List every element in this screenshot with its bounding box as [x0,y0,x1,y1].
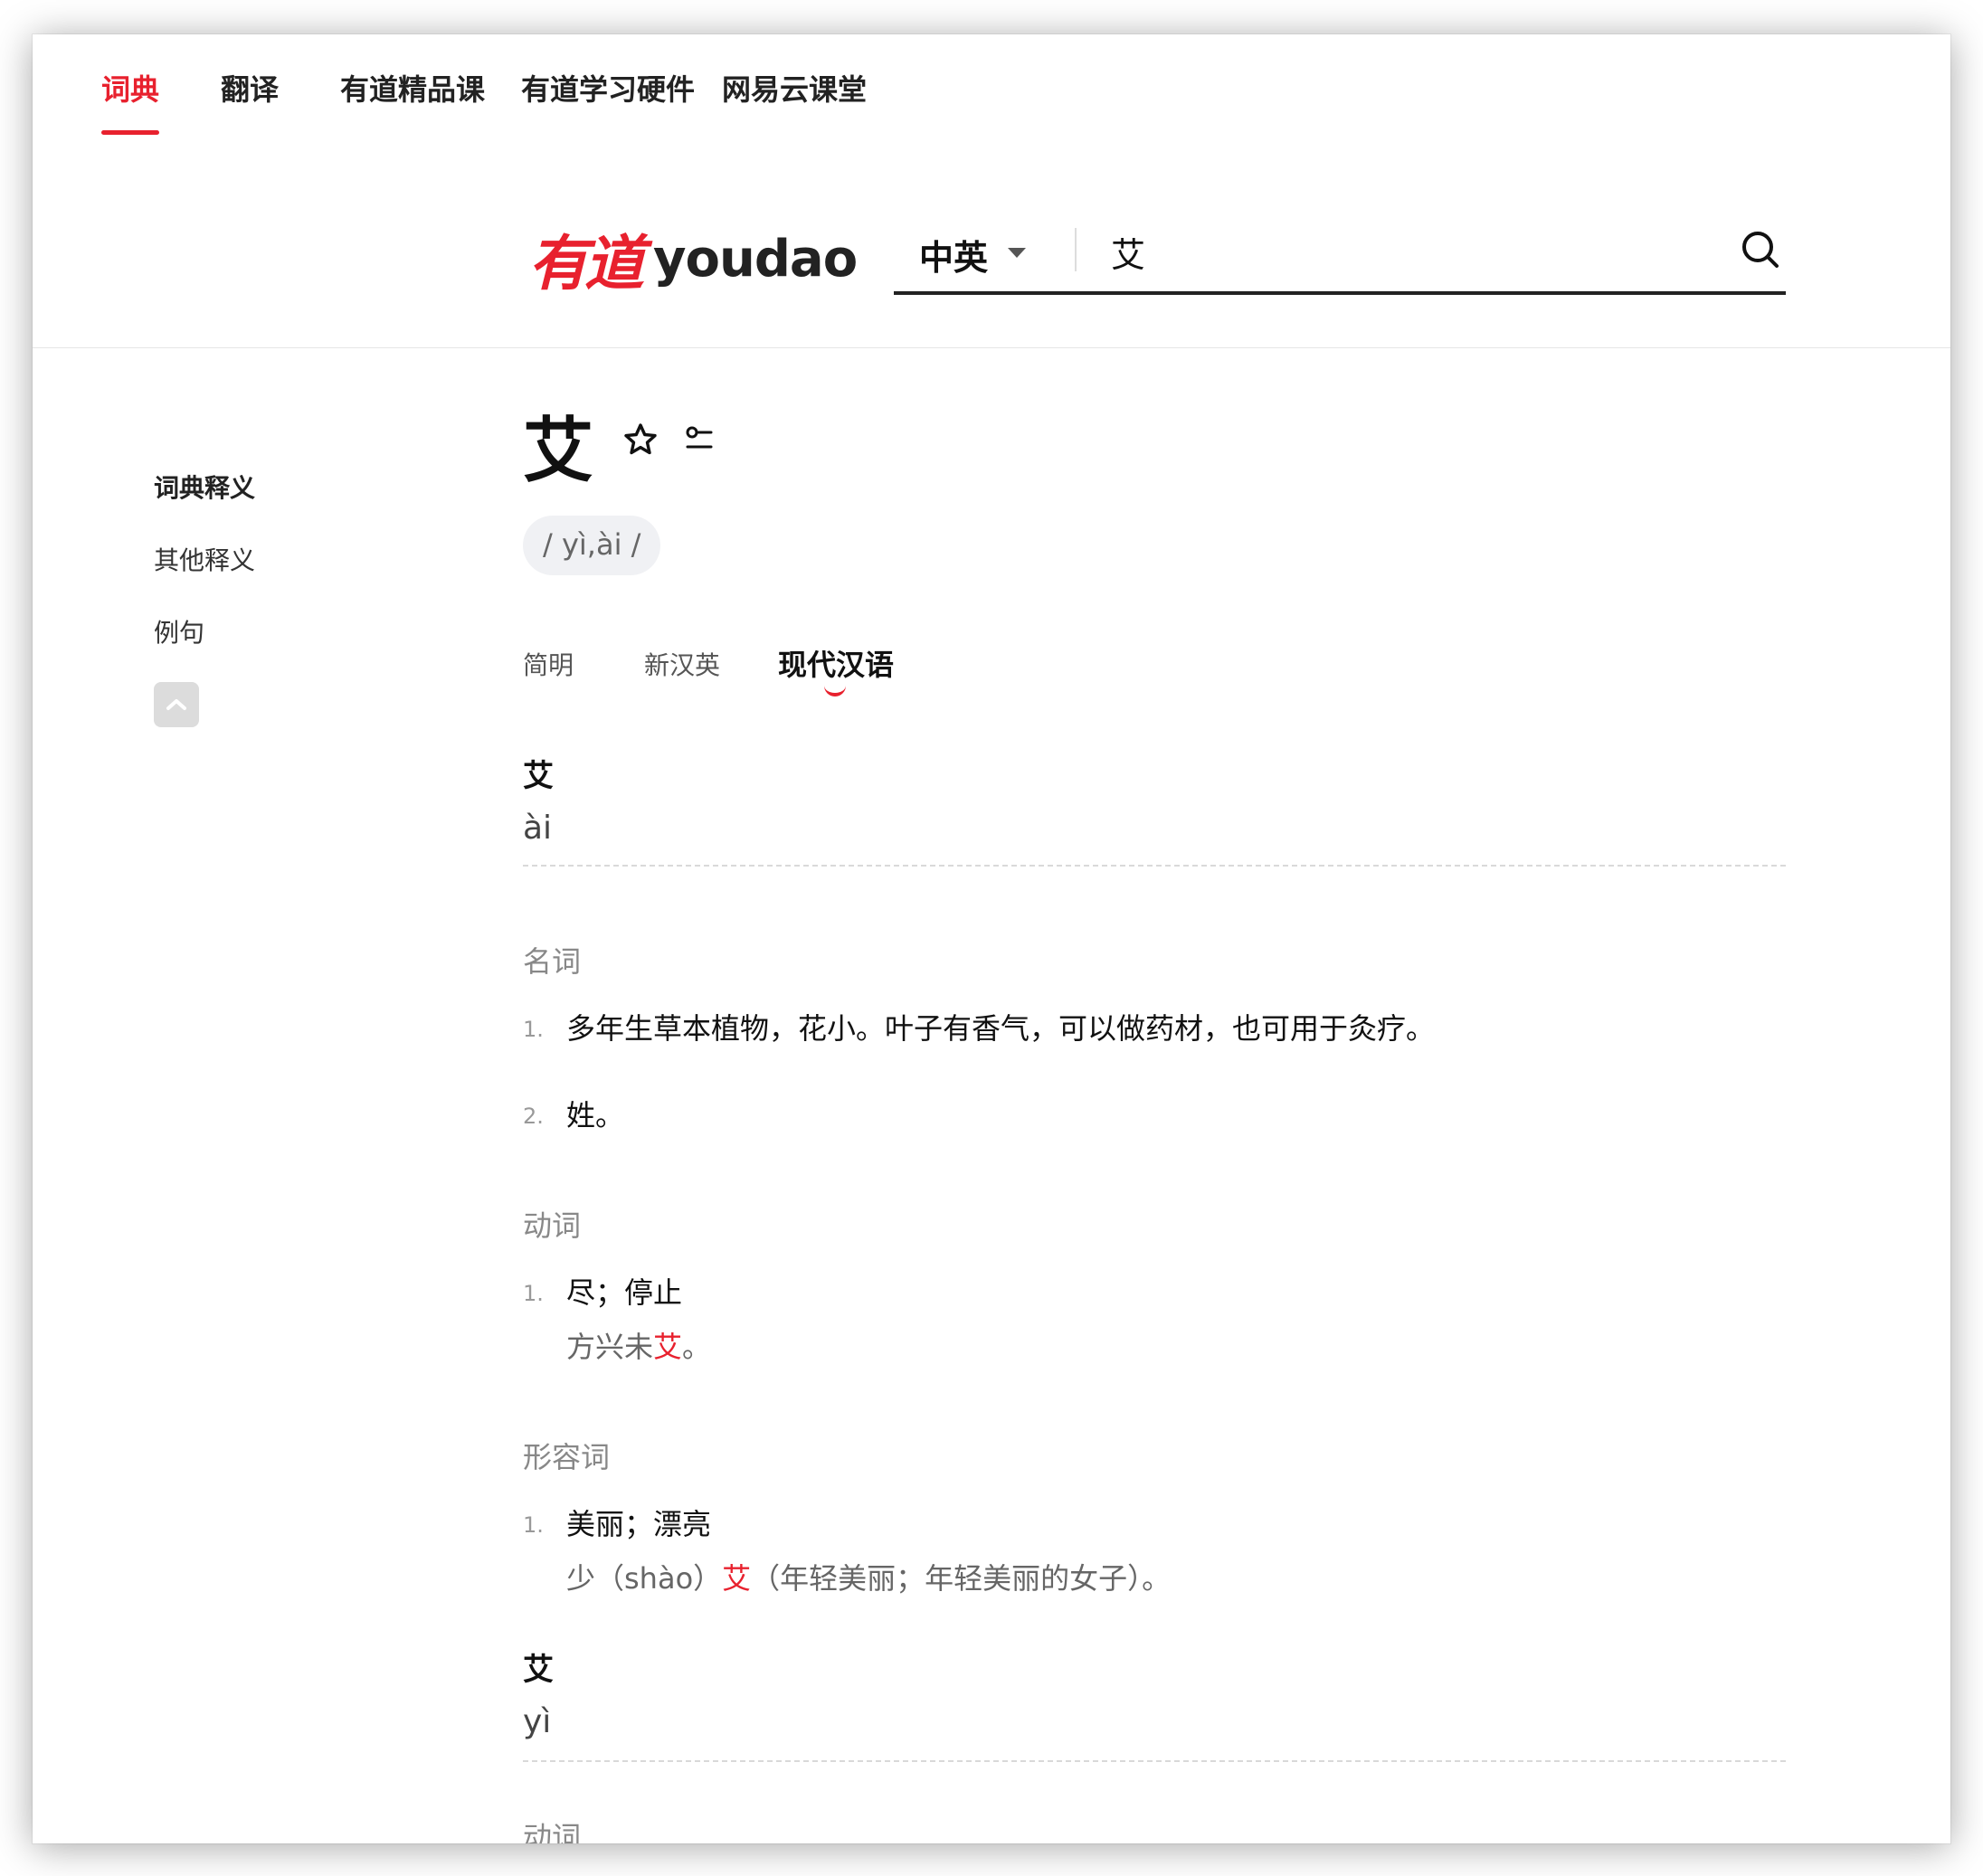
entry-pinyin: yì [523,1703,552,1740]
nav-item-netease-classroom[interactable]: 网易云课堂 [722,67,867,109]
nav-item-dictionary[interactable]: 词典 [101,67,159,109]
pos-verb: 动词 [523,1820,582,1843]
example-text: 少（shào） [566,1561,723,1596]
entry-char: 艾 [523,758,554,794]
nav-active-indicator [101,130,159,135]
logo-cn: 有道 [528,228,644,298]
entry-divider [523,865,1786,867]
example-text: 方兴未 [566,1330,654,1364]
language-select[interactable]: 中英 [919,230,988,280]
back-to-top-button[interactable] [154,682,199,727]
example-sentence: 方兴未艾。 [566,1324,711,1366]
definition-text: 美丽；漂亮 [566,1507,712,1541]
chevron-up-icon [166,699,186,710]
nav-item-premium-courses[interactable]: 有道精品课 [340,67,485,109]
example-highlight: 艾 [653,1330,683,1364]
entry-ai: 艾 ài [523,751,1786,847]
definition-number: 1. [523,1281,544,1306]
headword: 艾 [523,411,594,492]
definition-number: 2. [523,1104,544,1129]
youdao-logo[interactable]: 有道 youdao [528,223,858,298]
example-text: 。 [682,1330,712,1364]
tab-active-indicator [824,682,846,696]
nav-item-translate[interactable]: 翻译 [221,67,279,109]
definition-text: 姓。 [566,1098,625,1132]
sidebar-item-other-definitions[interactable]: 其他释义 [154,541,255,577]
tab-new-chinese-english[interactable]: 新汉英 [644,646,720,682]
entry-divider [523,1760,1786,1762]
search-input[interactable] [1111,224,1726,279]
search-icon[interactable] [1739,228,1784,273]
definition-number: 1. [523,1017,544,1042]
search-divider [1075,228,1077,271]
entry-char: 艾 [523,1652,554,1688]
top-nav: 词典 翻译 有道精品课 有道学习硬件 网易云课堂 [33,34,1950,143]
entry-pinyin: ài [523,810,553,847]
search-bar: 中英 [894,224,1786,295]
header: 有道 youdao 中英 [33,143,1950,348]
definition-number: 1. [523,1512,544,1538]
logo-en: youdao [653,229,858,289]
word-list-icon[interactable] [682,422,718,458]
pos-adjective: 形容词 [523,1440,611,1474]
definition-text: 尽；停止 [566,1275,683,1310]
tab-concise[interactable]: 简明 [523,646,574,682]
definition-text: 多年生草本植物，花小。叶子有香气，可以做药材，也可用于灸疗。 [566,1011,1436,1046]
example-sentence: 少（shào）艾（年轻美丽；年轻美丽的女子）。 [566,1556,1171,1597]
nav-item-learning-hardware[interactable]: 有道学习硬件 [521,67,695,109]
browser-window: 词典 翻译 有道精品课 有道学习硬件 网易云课堂 有道 youdao 中英 词典… [33,34,1950,1843]
pos-noun: 名词 [523,944,582,979]
example-highlight: 艾 [722,1561,752,1596]
star-icon[interactable] [622,422,659,458]
example-text: （年轻美丽；年轻美丽的女子）。 [751,1561,1172,1596]
sidebar-item-dictionary-definition[interactable]: 词典释义 [154,469,255,505]
tab-modern-chinese[interactable]: 现代汉语 [778,642,894,684]
entry-yi: 艾 yì [523,1644,1786,1740]
pos-verb: 动词 [523,1208,582,1243]
sidebar-item-examples[interactable]: 例句 [154,613,255,649]
phonetic-badge[interactable]: / yì,ài / [523,516,661,575]
dropdown-caret-icon[interactable] [1008,248,1026,258]
sidebar: 词典释义 其他释义 例句 [154,469,255,727]
